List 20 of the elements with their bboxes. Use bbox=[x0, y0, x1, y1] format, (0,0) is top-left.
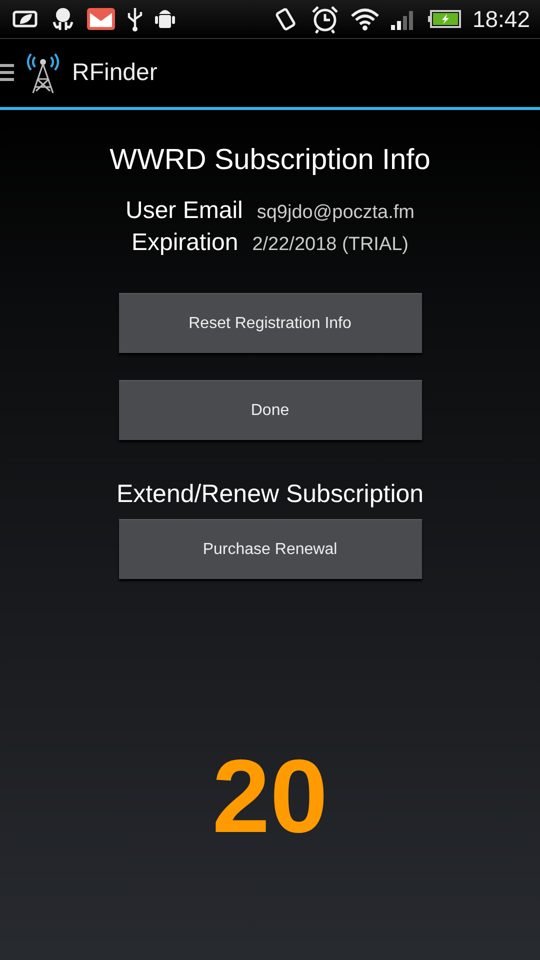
alarm-clock-icon bbox=[310, 4, 340, 34]
purchase-button[interactable]: Purchase Renewal bbox=[118, 519, 422, 579]
action-button[interactable]: Done bbox=[118, 380, 422, 440]
radio-tower-icon bbox=[26, 51, 60, 95]
info-label: Expiration bbox=[131, 229, 238, 257]
info-label: User Email bbox=[126, 197, 243, 225]
mail-icon bbox=[86, 7, 116, 31]
info-value: sq9jdo@poczta.fm bbox=[256, 202, 414, 224]
action-button[interactable]: Reset Registration Info bbox=[118, 293, 422, 353]
wifi-icon bbox=[350, 7, 380, 31]
section-heading: Extend/Renew Subscription bbox=[116, 480, 424, 509]
battery-charging-icon bbox=[428, 9, 462, 29]
clock-time: 18:42 bbox=[472, 6, 530, 32]
info-value: 2/22/2018 (TRIAL) bbox=[252, 234, 409, 256]
usb-icon bbox=[126, 6, 144, 32]
app-title: RFinder bbox=[72, 59, 158, 87]
page-heading: WWRD Subscription Info bbox=[110, 144, 430, 177]
battery-leaf-icon bbox=[12, 8, 40, 30]
big-number: 20 bbox=[212, 745, 328, 849]
menu-icon[interactable] bbox=[0, 62, 14, 84]
